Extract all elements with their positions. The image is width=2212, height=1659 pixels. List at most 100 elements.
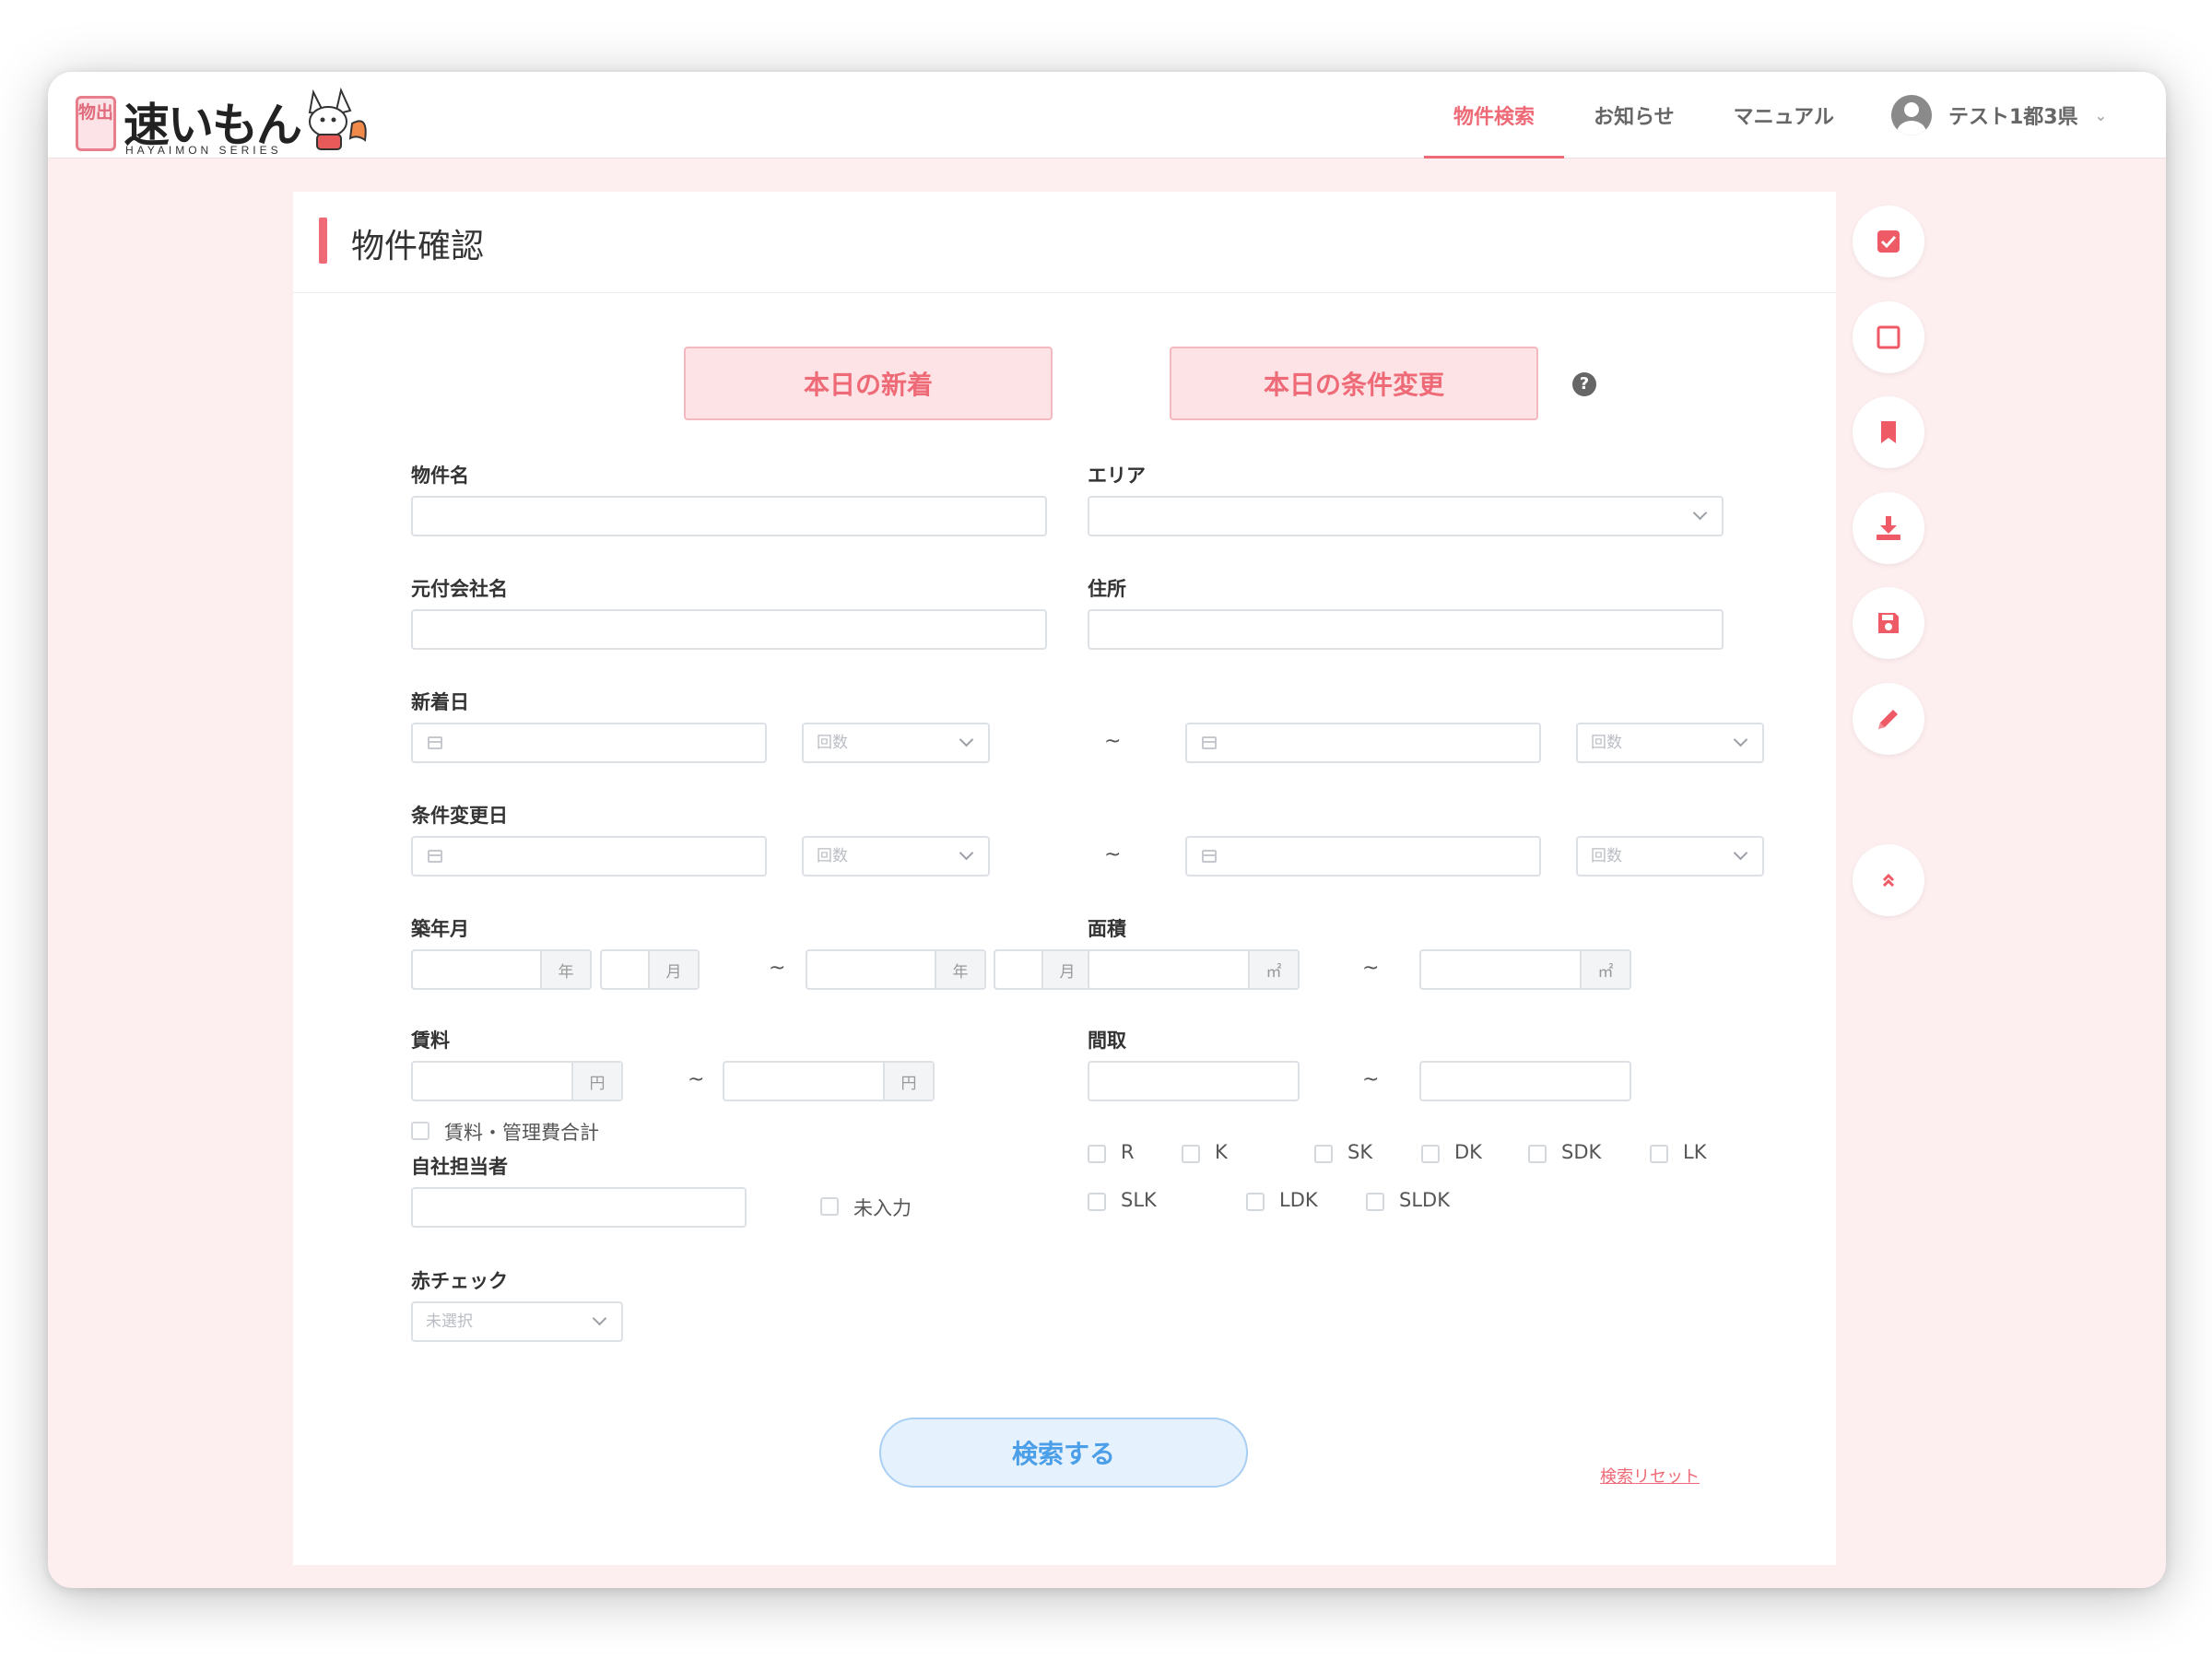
logo-stamp: 物出 — [76, 96, 116, 151]
app-window: 物出 速いもん HAYAIMON SERIES 物件検索 お知らせ マニュアル … — [48, 72, 2166, 1588]
download-icon — [1877, 516, 1900, 540]
range-tilde: ~ — [688, 1068, 705, 1091]
area-select[interactable] — [1088, 496, 1724, 536]
calendar-icon — [428, 736, 442, 749]
check-square-icon — [1877, 230, 1900, 253]
month-unit: 月 — [1041, 951, 1091, 988]
logo[interactable]: 物出 速いもん HAYAIMON SERIES — [76, 81, 367, 157]
layout-option-label: SLK — [1121, 1189, 1157, 1211]
download-button[interactable] — [1853, 492, 1924, 564]
staff-label: 自社担当者 — [411, 1156, 508, 1178]
help-icon[interactable]: ? — [1572, 372, 1596, 396]
new-date-from-input[interactable] — [411, 723, 767, 763]
rent-label: 賃料 — [411, 1030, 450, 1052]
month-unit: 月 — [648, 951, 698, 988]
year-unit: 年 — [935, 951, 984, 988]
nav-manual[interactable]: マニュアル — [1704, 72, 1864, 159]
avatar — [1890, 95, 1932, 135]
red-check-label: 赤チェック — [411, 1270, 508, 1292]
layout-option-label: SK — [1347, 1141, 1373, 1163]
uncheck-all-button[interactable] — [1853, 301, 1924, 373]
fox-mascot-icon — [308, 87, 367, 150]
layout-option-label: R — [1121, 1141, 1135, 1163]
check-all-button[interactable] — [1853, 206, 1924, 277]
chevron-down-icon — [959, 845, 974, 861]
layout-sdk-checkbox[interactable] — [1528, 1145, 1547, 1163]
sqm-unit: ㎡ — [1580, 951, 1630, 988]
yen-unit: 円 — [571, 1063, 621, 1100]
rent-to-input[interactable]: 円 — [723, 1061, 935, 1101]
nav-property-search[interactable]: 物件検索 — [1424, 72, 1565, 159]
range-tilde: ~ — [1362, 1068, 1380, 1091]
area-size-to-input[interactable]: ㎡ — [1419, 949, 1631, 990]
layout-option-label: K — [1215, 1141, 1228, 1163]
unentered-label: 未入力 — [853, 1197, 912, 1219]
new-date-label: 新着日 — [411, 691, 469, 713]
layout-from-input[interactable] — [1088, 1061, 1300, 1101]
count-placeholder: 回数 — [817, 847, 848, 865]
layout-sldk-checkbox[interactable] — [1366, 1193, 1384, 1211]
chevron-double-up-icon — [1882, 873, 1895, 888]
layout-label: 間取 — [1088, 1030, 1126, 1052]
calendar-icon — [1202, 850, 1217, 863]
layout-k-checkbox[interactable] — [1182, 1145, 1200, 1163]
rent-total-label: 賃料・管理費合計 — [444, 1122, 599, 1144]
layout-sk-checkbox[interactable] — [1314, 1145, 1333, 1163]
change-date-from-input[interactable] — [411, 836, 767, 877]
title-accent-bar — [319, 218, 327, 264]
layout-to-input[interactable] — [1419, 1061, 1631, 1101]
chevron-down-icon — [1733, 732, 1748, 747]
chevron-down-icon — [1733, 845, 1748, 861]
logo-subtitle: HAYAIMON SERIES — [125, 144, 282, 157]
area-size-from-input[interactable]: ㎡ — [1088, 949, 1300, 990]
calendar-icon — [428, 850, 442, 863]
new-date-to-input[interactable] — [1185, 723, 1541, 763]
built-to-year-input[interactable]: 年 — [806, 949, 986, 990]
user-menu[interactable]: テスト1都3県 ⌄ — [1864, 72, 2166, 159]
bookmark-icon — [1881, 421, 1896, 443]
count-placeholder: 回数 — [1591, 847, 1622, 865]
change-date-from-count-select[interactable]: 回数 — [802, 836, 990, 877]
rent-from-input[interactable]: 円 — [411, 1061, 623, 1101]
bookmark-button[interactable] — [1853, 396, 1924, 468]
nav-news[interactable]: お知らせ — [1564, 72, 1704, 159]
change-date-to-input[interactable] — [1185, 836, 1541, 877]
address-input[interactable] — [1088, 609, 1724, 650]
area-label: エリア — [1088, 465, 1146, 487]
new-date-to-count-select[interactable]: 回数 — [1576, 723, 1764, 763]
today-changed-button[interactable]: 本日の条件変更 — [1170, 347, 1538, 420]
company-input[interactable] — [411, 609, 1047, 650]
layout-slk-checkbox[interactable] — [1088, 1193, 1106, 1211]
panel-header: 物件確認 — [293, 192, 1836, 293]
built-from-month-input[interactable]: 月 — [600, 949, 700, 990]
unentered-checkbox[interactable] — [820, 1197, 839, 1216]
save-button[interactable] — [1853, 587, 1924, 659]
change-date-to-count-select[interactable]: 回数 — [1576, 836, 1764, 877]
layout-ldk-checkbox[interactable] — [1246, 1193, 1265, 1211]
red-check-select[interactable]: 未選択 — [411, 1301, 623, 1342]
layout-dk-checkbox[interactable] — [1421, 1145, 1440, 1163]
edit-button[interactable] — [1853, 683, 1924, 755]
layout-option-label: LK — [1683, 1141, 1707, 1163]
search-button[interactable]: 検索する — [879, 1418, 1248, 1488]
chevron-down-icon — [592, 1311, 607, 1326]
staff-input[interactable] — [411, 1187, 747, 1228]
new-date-from-count-select[interactable]: 回数 — [802, 723, 990, 763]
address-label: 住所 — [1088, 578, 1126, 600]
built-from-year-input[interactable]: 年 — [411, 949, 592, 990]
property-name-input[interactable] — [411, 496, 1047, 536]
rent-total-checkbox[interactable] — [411, 1122, 429, 1140]
built-label: 築年月 — [411, 918, 469, 940]
page-title: 物件確認 — [351, 228, 485, 265]
layout-lk-checkbox[interactable] — [1650, 1145, 1668, 1163]
layout-option-label: LDK — [1279, 1189, 1318, 1211]
square-icon — [1877, 325, 1900, 349]
search-reset-link[interactable]: 検索リセット — [1600, 1464, 1700, 1488]
top-bar: 物出 速いもん HAYAIMON SERIES 物件検索 お知らせ マニュアル … — [48, 72, 2166, 159]
today-new-button[interactable]: 本日の新着 — [684, 347, 1053, 420]
layout-r-checkbox[interactable] — [1088, 1145, 1106, 1163]
scroll-top-button[interactable] — [1853, 844, 1924, 916]
built-to-month-input[interactable]: 月 — [994, 949, 1093, 990]
chevron-down-icon — [1692, 505, 1708, 521]
range-tilde: ~ — [1104, 730, 1122, 753]
